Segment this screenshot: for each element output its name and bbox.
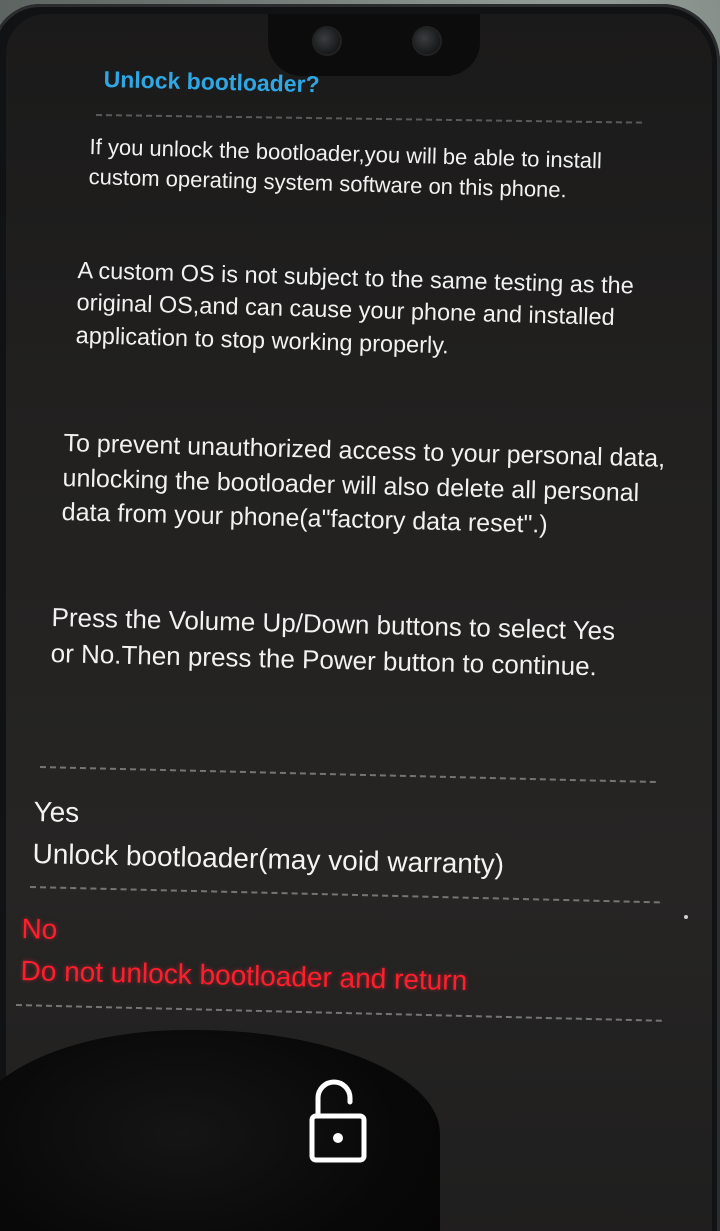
unlocked-padlock-icon xyxy=(309,1079,367,1163)
photo-frame: Unlock bootloader? If you unlock the boo… xyxy=(0,0,720,1231)
paragraph-data-reset-warning: To prevent unauthorized access to your p… xyxy=(61,428,666,539)
divider-middle xyxy=(29,886,660,904)
paragraph-custom-os-warning: A custom OS is not subject to the same t… xyxy=(75,256,635,359)
paragraph-custom-software: If you unlock the bootloader,you will be… xyxy=(88,133,603,203)
divider-top xyxy=(39,766,656,784)
divider-bottom xyxy=(15,1004,662,1022)
screen-speck xyxy=(684,915,688,919)
camera-notch xyxy=(268,14,480,76)
front-sensor-icon xyxy=(414,28,440,54)
page-title: Unlock bootloader? xyxy=(103,66,320,98)
front-camera-icon xyxy=(314,28,340,54)
title-divider xyxy=(95,114,642,124)
option-no-selected[interactable]: No Do not unlock bootloader and return xyxy=(20,909,662,1007)
option-yes[interactable]: Yes Unlock bootloader(may void warranty) xyxy=(32,792,634,890)
paragraph-instructions: Press the Volume Up/Down buttons to sele… xyxy=(50,601,616,682)
